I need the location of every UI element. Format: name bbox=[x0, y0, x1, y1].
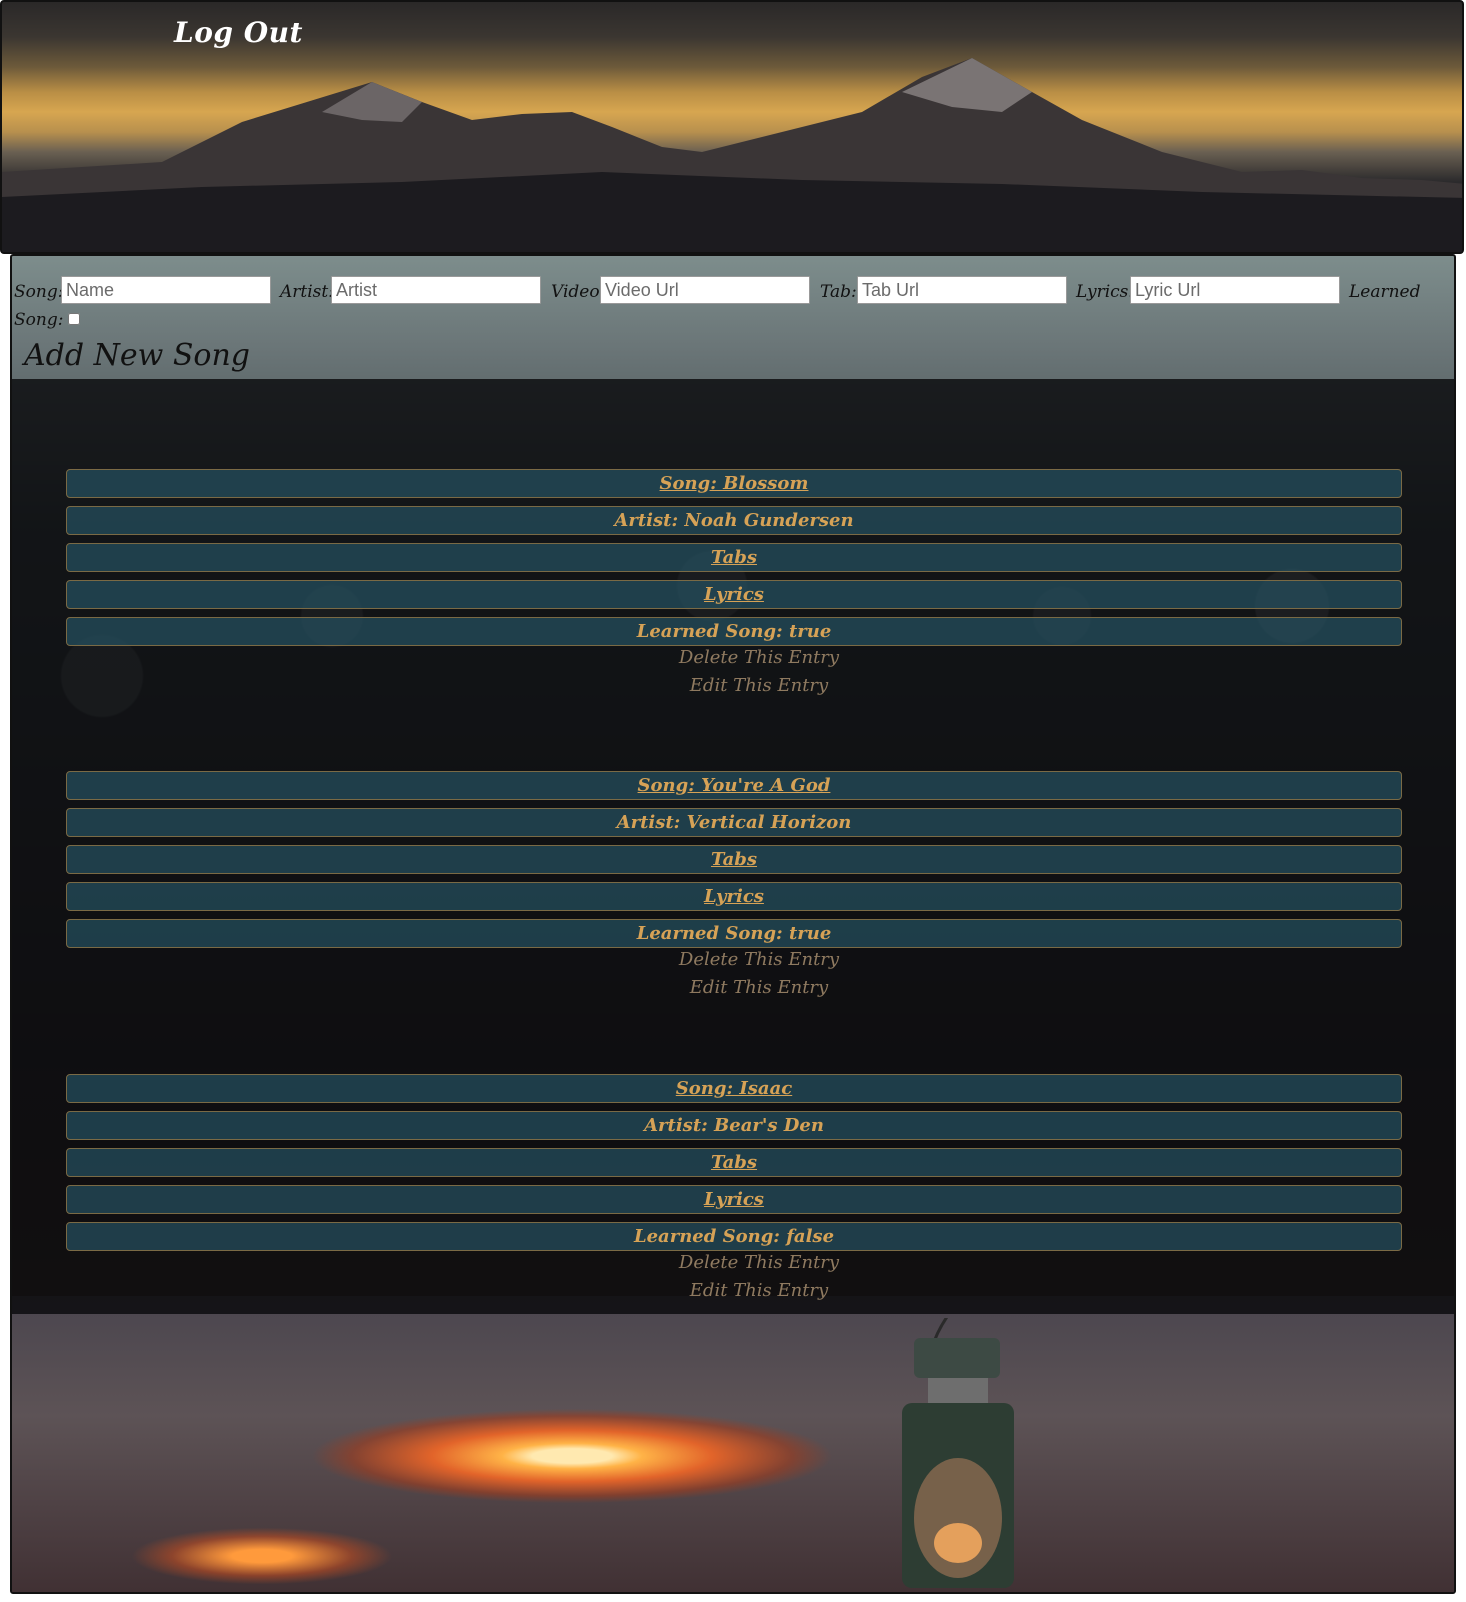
song-title-link[interactable]: Song: You're A God bbox=[638, 775, 831, 796]
learned-label: Learned bbox=[1349, 282, 1421, 302]
header-banner: Log Out bbox=[0, 0, 1464, 254]
song-list: Song: Blossom Artist: Noah Gundersen Tab… bbox=[12, 379, 1454, 1314]
tabs-link[interactable]: Tabs bbox=[711, 1152, 757, 1173]
learned-label-song: Song: bbox=[14, 310, 64, 330]
edit-entry-button[interactable]: Edit This Entry bbox=[690, 675, 828, 696]
lyrics-bar: Lyrics bbox=[66, 580, 1402, 609]
artist-bar: Artist: Noah Gundersen bbox=[66, 506, 1402, 535]
artist-label: Artist: bbox=[280, 282, 334, 302]
song-title-link[interactable]: Song: Blossom bbox=[660, 473, 809, 494]
edit-entry-row: Edit This Entry bbox=[66, 675, 1402, 696]
logout-link[interactable]: Log Out bbox=[174, 16, 303, 49]
campfire-background-image bbox=[12, 1296, 1454, 1592]
lyrics-link[interactable]: Lyrics bbox=[704, 584, 764, 605]
delete-entry-button[interactable]: Delete This Entry bbox=[679, 1252, 839, 1273]
song-title-link[interactable]: Song: Isaac bbox=[676, 1078, 792, 1099]
tab-label: Tab: bbox=[820, 282, 857, 302]
edit-entry-button[interactable]: Edit This Entry bbox=[690, 977, 828, 998]
delete-entry-row: Delete This Entry bbox=[66, 1252, 1402, 1273]
video-label: Video: bbox=[551, 282, 606, 302]
tabs-bar: Tabs bbox=[66, 845, 1402, 874]
edit-entry-row: Edit This Entry bbox=[66, 977, 1402, 998]
main-panel: Song: Artist: Video: Tab: Lyrics: Learne… bbox=[10, 254, 1456, 1594]
lyrics-label: Lyrics: bbox=[1076, 282, 1135, 302]
tabs-bar: Tabs bbox=[66, 543, 1402, 572]
learned-song-checkbox[interactable] bbox=[68, 313, 80, 325]
lyric-url-input[interactable] bbox=[1130, 276, 1340, 304]
song-title-bar: Song: Blossom bbox=[66, 469, 1402, 498]
artist-bar: Artist: Bear's Den bbox=[66, 1111, 1402, 1140]
learned-status-bar: Learned Song: false bbox=[66, 1222, 1402, 1251]
learned-status-bar: Learned Song: true bbox=[66, 617, 1402, 646]
edit-entry-button[interactable]: Edit This Entry bbox=[690, 1280, 828, 1301]
add-new-song-button[interactable]: Add New Song bbox=[24, 338, 250, 373]
song-title-bar: Song: You're A God bbox=[66, 771, 1402, 800]
lyrics-link[interactable]: Lyrics bbox=[704, 886, 764, 907]
delete-entry-row: Delete This Entry bbox=[66, 949, 1402, 970]
artist-input[interactable] bbox=[331, 276, 541, 304]
artist-bar: Artist: Vertical Horizon bbox=[66, 808, 1402, 837]
delete-entry-button[interactable]: Delete This Entry bbox=[679, 949, 839, 970]
lyrics-link[interactable]: Lyrics bbox=[704, 1189, 764, 1210]
tab-url-input[interactable] bbox=[857, 276, 1067, 304]
lantern-image bbox=[902, 1318, 1014, 1588]
video-url-input[interactable] bbox=[600, 276, 810, 304]
tabs-link[interactable]: Tabs bbox=[711, 849, 757, 870]
song-title-bar: Song: Isaac bbox=[66, 1074, 1402, 1103]
tabs-bar: Tabs bbox=[66, 1148, 1402, 1177]
delete-entry-row: Delete This Entry bbox=[66, 647, 1402, 668]
song-label: Song: bbox=[14, 282, 64, 302]
learned-status-bar: Learned Song: true bbox=[66, 919, 1402, 948]
tabs-link[interactable]: Tabs bbox=[711, 547, 757, 568]
edit-entry-row: Edit This Entry bbox=[66, 1280, 1402, 1301]
lyrics-bar: Lyrics bbox=[66, 882, 1402, 911]
delete-entry-button[interactable]: Delete This Entry bbox=[679, 647, 839, 668]
lyrics-bar: Lyrics bbox=[66, 1185, 1402, 1214]
song-name-input[interactable] bbox=[61, 276, 271, 304]
